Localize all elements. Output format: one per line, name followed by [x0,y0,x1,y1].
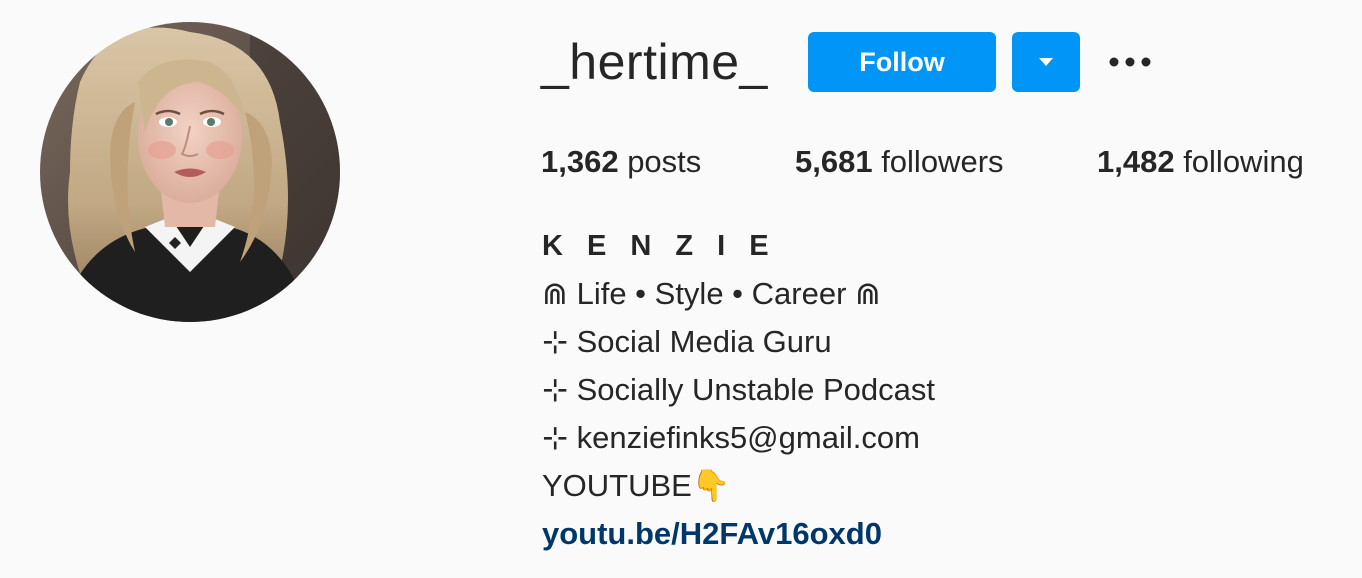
more-options-button[interactable] [1104,44,1156,80]
avatar[interactable] [40,22,340,322]
bio-line-email: ⊹ kenziefinks5@gmail.com [542,420,920,455]
avatar-photo [40,22,340,322]
bio-line-youtube: YOUTUBE👇 [542,468,731,503]
posts-stat: 1,362 posts [541,140,701,184]
posts-label: posts [618,144,702,179]
bio-website-link[interactable]: youtu.be/H2FAv16oxd0 [542,516,882,551]
suggested-accounts-dropdown-button[interactable] [1012,32,1080,92]
followers-stat[interactable]: 5,681 followers [795,140,1004,184]
bio-line-job: ⊹ Social Media Guru [542,324,832,359]
bio-line-tagline: ⋒ Life • Style • Career ⋒ [542,276,881,311]
bio-line-podcast: ⊹ Socially Unstable Podcast [542,372,935,407]
following-count: 1,482 [1097,144,1175,179]
username: _hertime_ [541,34,768,90]
following-label: following [1174,144,1304,179]
follow-button[interactable]: Follow [808,32,996,92]
followers-label: followers [872,144,1004,179]
chevron-down-icon [1039,58,1053,66]
bio: K E N Z I E ⋒ Life • Style • Career ⋒ ⊹ … [542,222,935,558]
following-stat[interactable]: 1,482 following [1097,140,1304,184]
followers-count: 5,681 [795,144,873,179]
bio-name: K E N Z I E [542,230,777,262]
posts-count: 1,362 [541,144,619,179]
more-dots-icon [1109,57,1151,67]
